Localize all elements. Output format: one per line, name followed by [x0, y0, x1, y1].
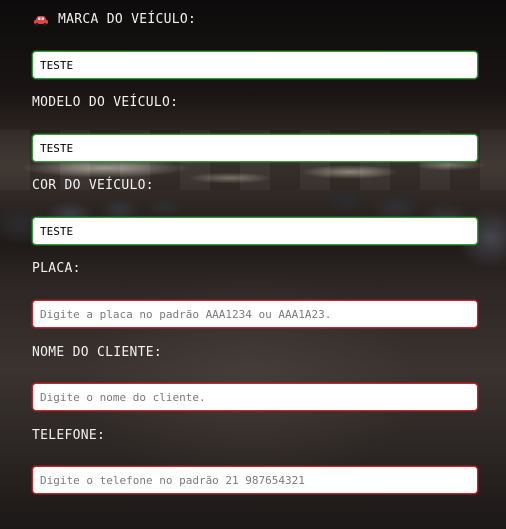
phone-label: TELEFONE: — [32, 428, 106, 443]
brand-input[interactable] — [32, 51, 478, 79]
brand-label-row: MARCA DO VEÍCULO: — [32, 12, 196, 27]
car-icon — [32, 13, 50, 27]
color-label: COR DO VEÍCULO: — [32, 178, 154, 193]
model-label-row: MODELO DO VEÍCULO: — [32, 95, 178, 110]
color-input[interactable] — [32, 217, 478, 245]
plate-label: PLACA: — [32, 261, 81, 276]
model-label: MODELO DO VEÍCULO: — [32, 95, 179, 110]
color-label-row: COR DO VEÍCULO: — [32, 178, 154, 193]
vehicle-registration-form: MARCA DO VEÍCULO: MODELO DO VEÍCULO: COR… — [0, 0, 506, 529]
phone-input[interactable] — [32, 466, 478, 494]
phone-label-row: TELEFONE: — [32, 428, 105, 443]
client-name-label: NOME DO CLIENTE: — [32, 345, 163, 360]
brand-label: MARCA DO VEÍCULO: — [58, 12, 197, 27]
plate-label-row: PLACA: — [32, 261, 81, 276]
client-name-input[interactable] — [32, 383, 478, 411]
client-name-label-row: NOME DO CLIENTE: — [32, 345, 162, 360]
model-input[interactable] — [32, 134, 478, 162]
plate-input[interactable] — [32, 300, 478, 328]
